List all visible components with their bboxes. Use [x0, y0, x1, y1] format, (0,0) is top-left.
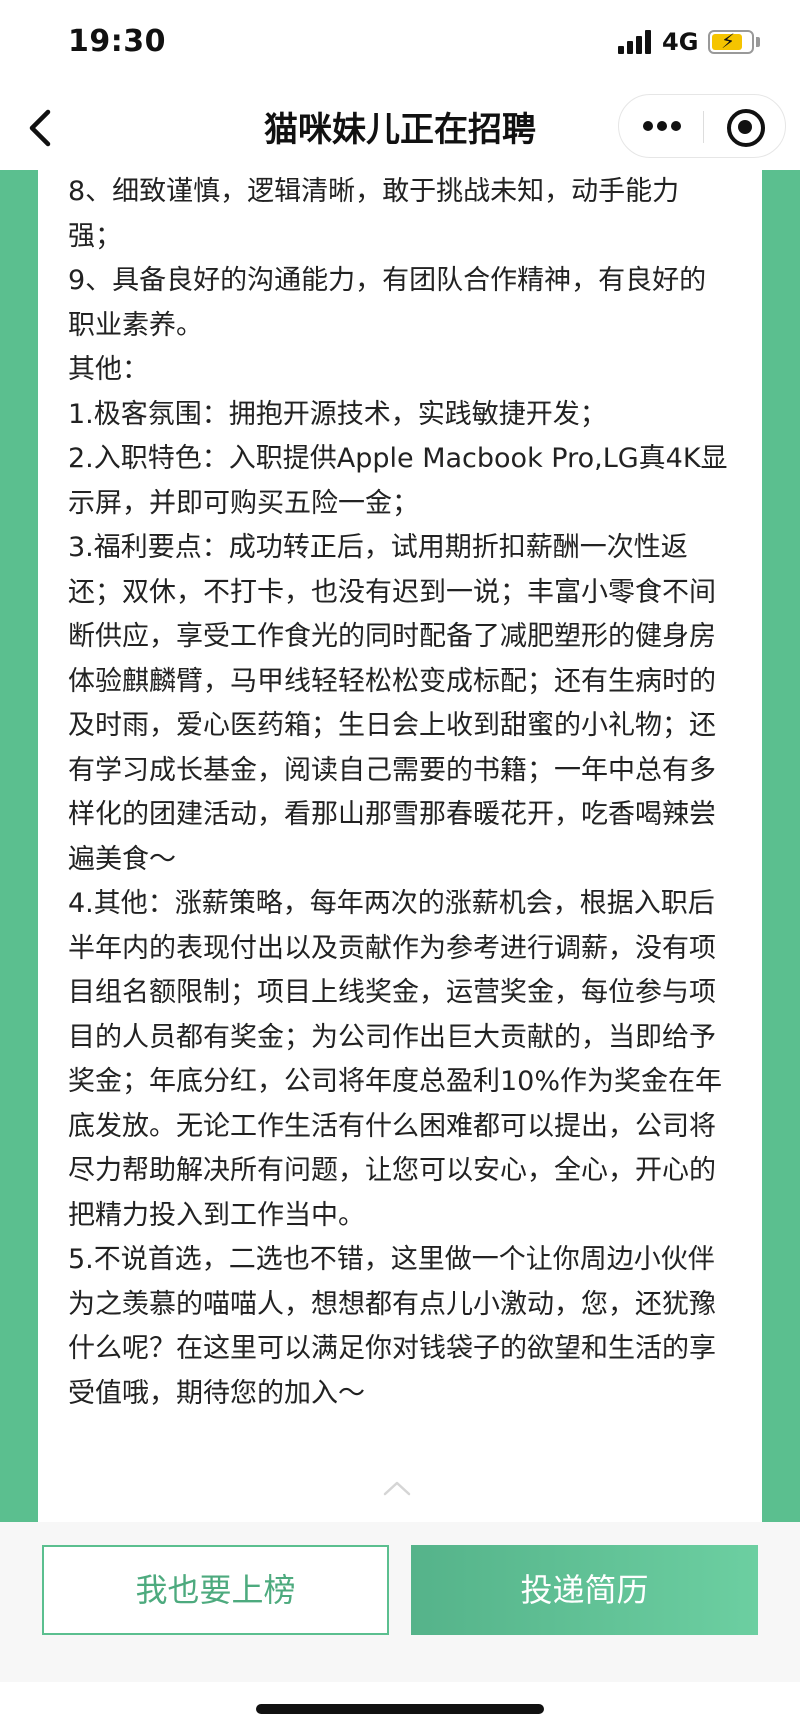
job-description-text: 8、细致谨慎，逻辑清晰，敢于挑战未知，动手能力强； 9、具备良好的沟通能力，有团… — [68, 170, 732, 1416]
paragraph: 4.其他：涨薪策略，每年两次的涨薪机会，根据入职后半年内的表现付出以及贡献作为参… — [68, 888, 723, 1231]
capsule-divider — [703, 111, 704, 143]
action-bar: 我也要上榜 投递简历 — [0, 1522, 800, 1682]
paragraph: 3.福利要点：成功转正后，试用期折扣薪酬一次性返还；双休，不打卡，也没有迟到一说… — [68, 532, 716, 875]
paragraph: 8、细致谨慎，逻辑清晰，敢于挑战未知，动手能力强； — [68, 176, 680, 252]
signal-icon — [618, 30, 652, 54]
home-indicator[interactable] — [256, 1704, 544, 1714]
status-time: 19:30 — [68, 24, 166, 59]
rank-button[interactable]: 我也要上榜 — [42, 1545, 389, 1635]
nav-bar: 猫咪妹儿正在招聘 — [0, 88, 800, 170]
close-icon[interactable] — [727, 109, 765, 147]
status-bar: 19:30 4G ⚡ — [0, 0, 800, 88]
more-icon[interactable] — [643, 119, 681, 133]
network-type: 4G — [662, 28, 699, 56]
mini-program-capsule — [618, 94, 786, 158]
job-description-card: 8、细致谨慎，逻辑清晰，敢于挑战未知，动手能力强； 9、具备良好的沟通能力，有团… — [38, 170, 762, 1522]
charging-icon: ⚡ — [721, 29, 736, 53]
paragraph: 其他： — [68, 354, 149, 385]
background-band-right — [762, 170, 800, 1522]
paragraph: 9、具备良好的沟通能力，有团队合作精神，有良好的职业素养。 — [68, 265, 707, 341]
battery-tip — [756, 37, 760, 47]
apply-resume-button[interactable]: 投递简历 — [411, 1545, 758, 1635]
background-band-left — [0, 170, 38, 1522]
paragraph: 2.入职特色：入职提供Apple Macbook Pro,LG真4K显示屏，并即… — [68, 443, 728, 519]
chevron-up-icon[interactable] — [382, 1478, 412, 1498]
paragraph: 1.极客氛围：拥抱开源技术，实践敏捷开发； — [68, 398, 607, 430]
paragraph: 5.不说首选，二选也不错，这里做一个让你周边小伙伴为之羡慕的喵喵人，想想都有点儿… — [68, 1244, 716, 1409]
